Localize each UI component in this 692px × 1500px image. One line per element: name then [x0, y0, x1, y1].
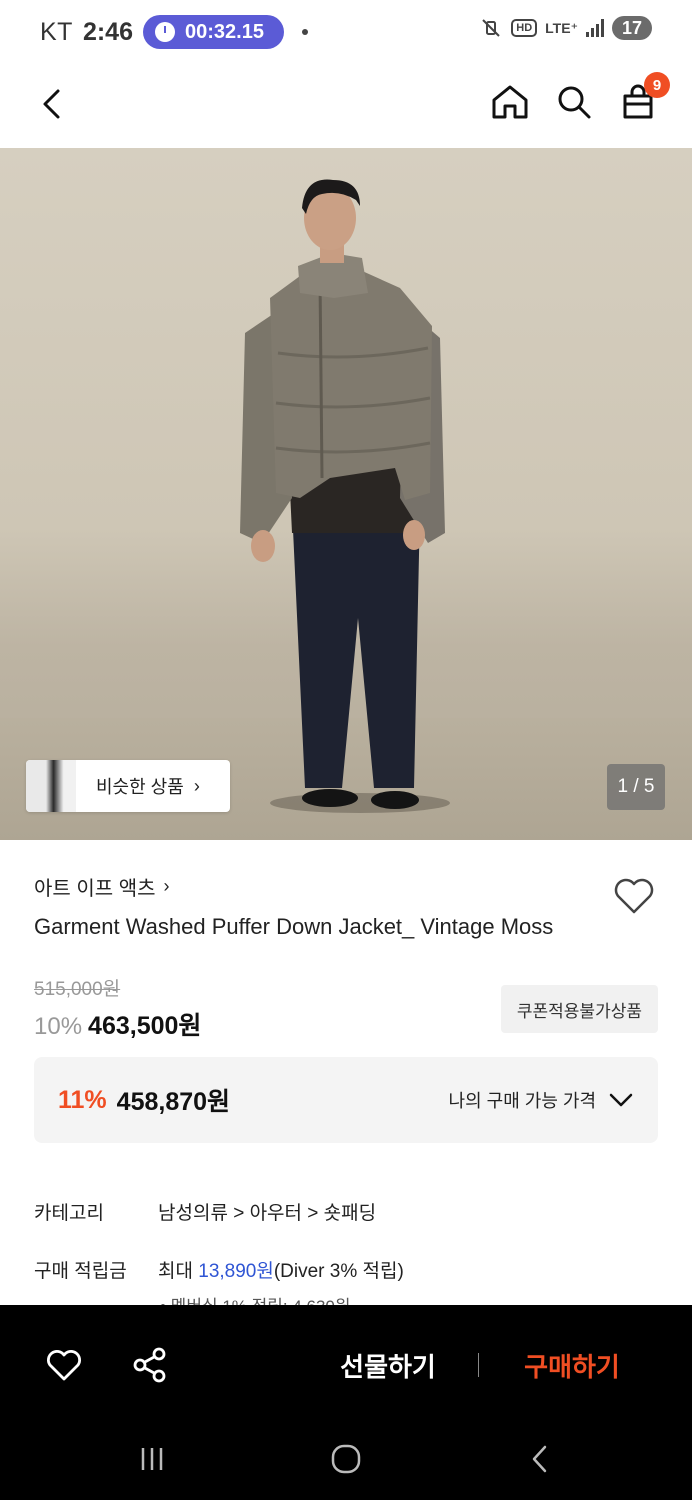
category-row: 카테고리 남성의류 > 아우터 > 숏패딩	[34, 1198, 376, 1225]
brand-link[interactable]: 아트 이프 액츠 ›	[34, 872, 170, 901]
similar-products-button[interactable]: 비슷한 상품 ›	[26, 760, 230, 812]
stopwatch-icon	[155, 22, 175, 42]
my-price-value: 458,870원	[116, 1088, 231, 1116]
product-photo-model	[240, 179, 450, 813]
category-label: 카테고리	[34, 1203, 104, 1224]
discount-percent: 10%	[34, 1013, 83, 1040]
similar-product-thumbnail	[26, 760, 76, 812]
back-button[interactable]	[30, 82, 74, 126]
chevron-down-icon	[608, 1087, 634, 1113]
my-price-panel[interactable]: 11% 458,870원 나의 구매 가능 가격	[34, 1057, 658, 1143]
wishlist-button[interactable]	[612, 874, 656, 918]
home-button[interactable]	[488, 80, 532, 124]
my-discount-percent: 11%	[58, 1085, 107, 1114]
brand-name: 아트 이프 액츠	[34, 878, 156, 900]
home-circle-icon	[331, 1444, 361, 1474]
original-price: 515,000원	[34, 979, 121, 1000]
category-path[interactable]: 남성의류 > 아우터 > 숏패딩	[158, 1198, 376, 1225]
product-image-carousel[interactable]: 비슷한 상품 › 1 / 5	[0, 148, 692, 840]
points-row: 구매 적립금 최대 13,890원(Diver 3% 적립)	[34, 1256, 404, 1283]
status-bar: KT 2:46 00:32.15 HD LTE⁺ 17	[0, 0, 692, 64]
lte-indicator: LTE⁺	[545, 19, 578, 36]
points-value: 최대 13,890원(Diver 3% 적립)	[158, 1261, 404, 1282]
chevron-left-icon	[43, 89, 60, 119]
status-icons: HD LTE⁺ 17	[481, 16, 652, 40]
similar-products-label: 비슷한 상품	[96, 777, 184, 797]
home-system-button[interactable]	[318, 1439, 374, 1479]
product-title: Garment Washed Puffer Down Jacket_ Vinta…	[34, 914, 554, 939]
share-button[interactable]	[128, 1343, 172, 1387]
chevron-right-icon: ›	[193, 775, 200, 796]
app-header: 9	[0, 64, 692, 148]
cart-button[interactable]: 9	[616, 72, 670, 124]
hd-voice-icon: HD	[511, 19, 538, 37]
buy-button[interactable]: 구매하기	[500, 1341, 644, 1389]
recent-apps-button[interactable]	[124, 1439, 180, 1479]
back-system-button[interactable]	[512, 1439, 568, 1479]
system-navigation-bar	[0, 1425, 692, 1500]
mute-vibrate-icon	[482, 19, 500, 37]
search-icon	[558, 86, 591, 119]
action-divider	[478, 1353, 479, 1377]
notification-dot	[301, 29, 308, 35]
battery-level: 17	[621, 17, 642, 38]
share-icon	[133, 1347, 166, 1383]
points-label: 구매 적립금	[34, 1261, 127, 1282]
chevron-right-icon: ›	[163, 876, 170, 896]
coupon-unavailable-badge: 쿠폰적용불가상품	[500, 985, 658, 1033]
bottom-action-bar: 선물하기 구매하기	[0, 1305, 692, 1425]
sale-price: 463,500원	[88, 1012, 202, 1040]
stopwatch-pill[interactable]: 00:32.15	[143, 15, 284, 49]
image-counter: 1 / 5	[607, 764, 665, 810]
cart-count-badge: 9	[644, 72, 670, 98]
home-icon	[492, 85, 528, 119]
search-button[interactable]	[552, 80, 596, 124]
carrier-label: KT	[40, 17, 73, 46]
recent-apps-icon	[141, 1448, 163, 1470]
status-clock: 2:46	[82, 17, 133, 46]
back-chevron-icon	[532, 1445, 547, 1473]
heart-icon	[47, 1350, 81, 1381]
points-amount[interactable]: 13,890원	[198, 1261, 274, 1282]
sale-price-row: 10% 463,500원	[34, 1006, 201, 1042]
bottom-wishlist-button[interactable]	[42, 1343, 86, 1387]
battery-indicator: 17	[611, 16, 652, 40]
gift-button[interactable]: 선물하기	[320, 1341, 456, 1389]
heart-icon	[614, 878, 654, 914]
stopwatch-time: 00:32.15	[185, 20, 264, 43]
my-price-label: 나의 구매 가능 가격	[448, 1091, 596, 1111]
signal-strength-icon	[585, 19, 604, 37]
